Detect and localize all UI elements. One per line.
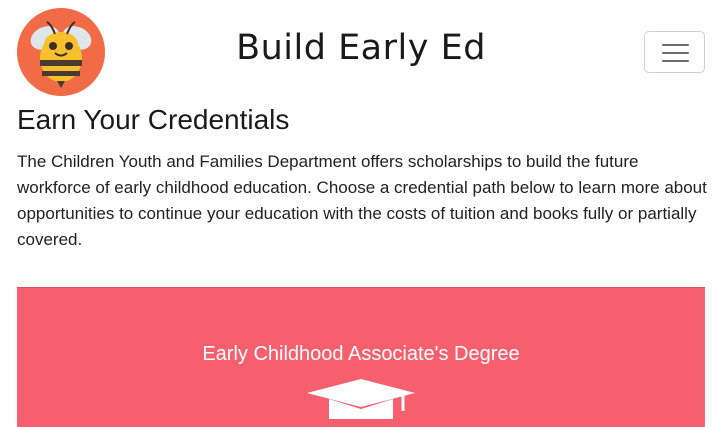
credential-card-associates-degree[interactable]: Early Childhood Associate's Degree: [17, 287, 705, 427]
intro-paragraph: The Children Youth and Families Departme…: [17, 152, 707, 249]
page-heading: Earn Your Credentials: [17, 104, 290, 135]
hamburger-menu-icon-bar: [662, 52, 689, 54]
site-title[interactable]: Build Early Ed: [0, 28, 722, 68]
hamburger-menu-icon: [662, 44, 689, 46]
hamburger-menu-icon-bar: [662, 60, 689, 62]
credential-card-title: Early Childhood Associate's Degree: [202, 343, 520, 365]
navbar: Build Early Ed: [0, 0, 722, 104]
graduation-cap-icon: [307, 379, 415, 419]
hamburger-menu-button[interactable]: [644, 31, 705, 73]
